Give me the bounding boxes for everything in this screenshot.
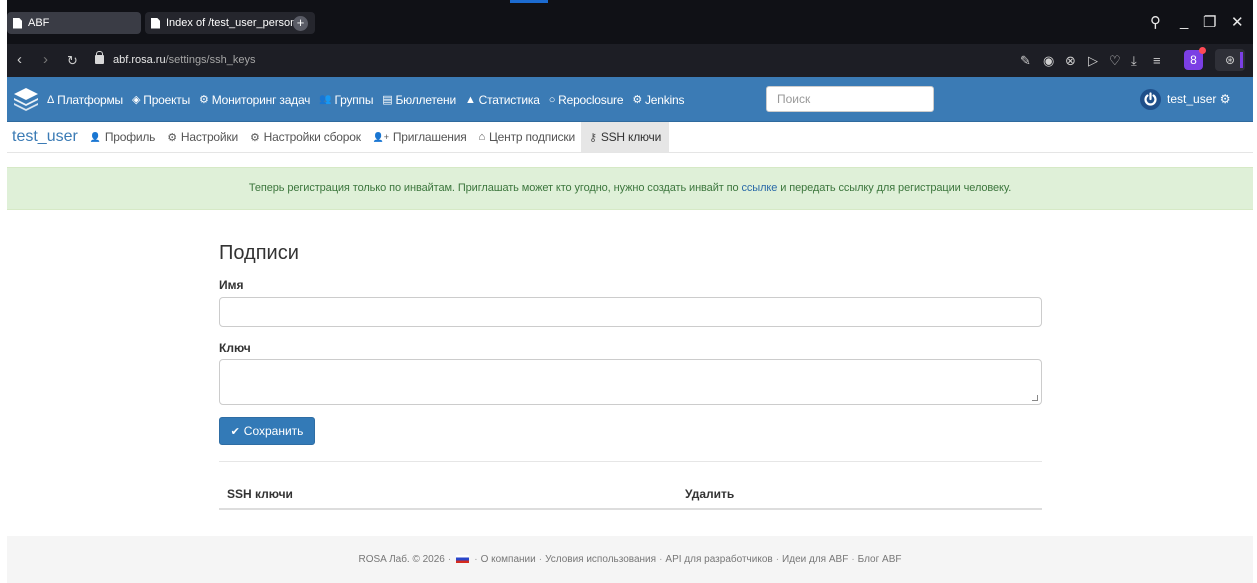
newspaper-icon: ▤ <box>382 94 393 106</box>
site-navbar: Δ Платформы ◈ Проекты ⚙ Мониторинг задач 👥 Г… <box>7 77 1253 122</box>
settings-subnav: test_user 👤 Профиль ⚙ Настройки ⚙ Настройки… <box>7 122 1253 153</box>
invite-link[interactable]: ссылке <box>741 182 777 194</box>
restore-icon[interactable]: ❐ <box>1203 13 1216 31</box>
main-content: Подписи Имя Ключ ✔ Сохранить SSH ключи Уд… <box>7 211 1253 536</box>
close-icon[interactable]: ✕ <box>1231 13 1244 31</box>
play-icon[interactable]: ▷ <box>1088 53 1098 69</box>
gear-icon: ⚙ <box>167 131 177 144</box>
footer-link-about[interactable]: О компании <box>481 554 536 565</box>
inbox-icon: ⌂ <box>478 131 486 143</box>
nav-platforms[interactable]: Δ Платформы <box>47 93 123 107</box>
search-icon[interactable]: ⚲ <box>1150 13 1161 31</box>
subnav-invitations[interactable]: 👤+ Приглашения <box>367 122 473 152</box>
browser-tab-abf[interactable]: ABF <box>7 12 141 34</box>
user-icon: 👤 <box>89 131 101 142</box>
lock-icon <box>95 51 104 64</box>
browser-window: ABF Index of /test_user_person + ⚲ _ ❐ ✕… <box>7 0 1253 583</box>
subnav-subscription-center[interactable]: ⌂ Центр подписки <box>473 122 581 152</box>
footer-link-terms[interactable]: Условия использования <box>545 554 656 565</box>
table-header-divider <box>219 508 1042 510</box>
reload-icon[interactable]: ↻ <box>67 53 78 69</box>
address-bar: ‹ › ↻ abf.rosa.ru/settings/ssh_keys ✎ ◉ … <box>7 44 1253 77</box>
rosa-logo-icon[interactable] <box>13 87 39 111</box>
russian-flag-icon[interactable] <box>456 555 470 563</box>
block-icon[interactable]: ⊗ <box>1065 53 1076 69</box>
profile-icon[interactable]: 8 <box>1184 47 1206 70</box>
nav-projects[interactable]: ◈ Проекты <box>132 93 190 107</box>
name-input[interactable] <box>219 297 1042 327</box>
extensions-icon[interactable]: ⊛ <box>1215 49 1245 71</box>
forward-icon[interactable]: › <box>43 51 48 68</box>
search-input[interactable] <box>766 86 934 112</box>
subnav-build-settings[interactable]: ⚙ Настройки сборок <box>244 122 367 152</box>
user-plus-icon: 👤+ <box>372 131 389 142</box>
page-title: Подписи <box>219 242 299 264</box>
key-label: Ключ <box>219 341 251 355</box>
document-icon <box>151 17 160 29</box>
nav-repoclosure[interactable]: ○ Repoclosure <box>549 93 624 107</box>
key-textarea[interactable] <box>219 359 1042 405</box>
divider <box>219 461 1042 462</box>
edit-icon[interactable]: ✎ <box>1020 53 1031 69</box>
subnav-profile[interactable]: 👤 Профиль <box>84 122 161 152</box>
resize-handle-icon[interactable] <box>1032 395 1038 401</box>
chart-icon: ▲ <box>464 93 476 106</box>
key-icon: ⚷ <box>588 131 597 144</box>
subnav-username[interactable]: test_user <box>7 122 84 152</box>
check-icon: ✔ <box>230 425 240 438</box>
download-icon[interactable]: ⤓ <box>1131 53 1137 69</box>
document-icon <box>13 17 22 29</box>
minimize-icon[interactable]: _ <box>1180 13 1188 30</box>
users-icon: 👥 <box>319 94 332 105</box>
back-icon[interactable]: ‹ <box>17 51 22 68</box>
heart-icon[interactable]: ♡ <box>1109 53 1121 69</box>
table-header-ssh-keys: SSH ключи <box>227 487 293 501</box>
menu-icon[interactable]: ≡ <box>1153 53 1161 68</box>
circle-icon: ○ <box>548 93 556 106</box>
camera-icon[interactable]: ◉ <box>1043 53 1054 69</box>
footer-link-api[interactable]: API для разработчиков <box>665 554 772 565</box>
power-icon[interactable] <box>1140 89 1161 110</box>
screen-edge-left <box>0 0 7 583</box>
user-menu[interactable]: test_user ⚙ <box>1167 92 1230 106</box>
subnav-settings[interactable]: ⚙ Настройки <box>161 122 244 152</box>
cube-icon: ◈ <box>132 94 141 106</box>
triangle-icon: Δ <box>47 93 55 106</box>
url-field[interactable]: abf.rosa.ru/settings/ssh_keys <box>113 54 255 66</box>
nav-groups[interactable]: 👥 Группы <box>319 93 373 107</box>
nav-bulletins[interactable]: ▤ Бюллетени <box>382 93 456 107</box>
table-header-delete: Удалить <box>685 487 735 501</box>
browser-tab-index[interactable]: Index of /test_user_person <box>145 12 315 34</box>
gears-icon: ⚙ <box>632 94 642 106</box>
footer-link-ideas[interactable]: Идеи для ABF <box>782 554 848 565</box>
gears-icon: ⚙ <box>199 94 209 106</box>
gears-icon: ⚙ <box>249 131 260 144</box>
browser-tab-bar: ABF Index of /test_user_person + ⚲ _ ❐ ✕ <box>7 0 1253 44</box>
footer-link-blog[interactable]: Блог ABF <box>858 554 902 565</box>
invite-alert: Теперь регистрация только по инвайтам. П… <box>7 167 1253 210</box>
subnav-ssh-keys[interactable]: ⚷ SSH ключи <box>580 122 670 152</box>
gear-icon: ⚙ <box>1219 92 1231 106</box>
screen-edge-right <box>1253 0 1257 583</box>
footer: ROSA Лаб. © 2026 · · О компании · Условия исп… <box>7 536 1253 583</box>
nav-statistics[interactable]: ▲ Статистика <box>465 93 540 107</box>
new-tab-button[interactable]: + <box>293 16 308 31</box>
save-button[interactable]: ✔ Сохранить <box>219 417 315 445</box>
nav-task-monitoring[interactable]: ⚙ Мониторинг задач <box>199 93 310 107</box>
name-label: Имя <box>219 278 244 292</box>
nav-jenkins[interactable]: ⚙ Jenkins <box>632 93 684 107</box>
